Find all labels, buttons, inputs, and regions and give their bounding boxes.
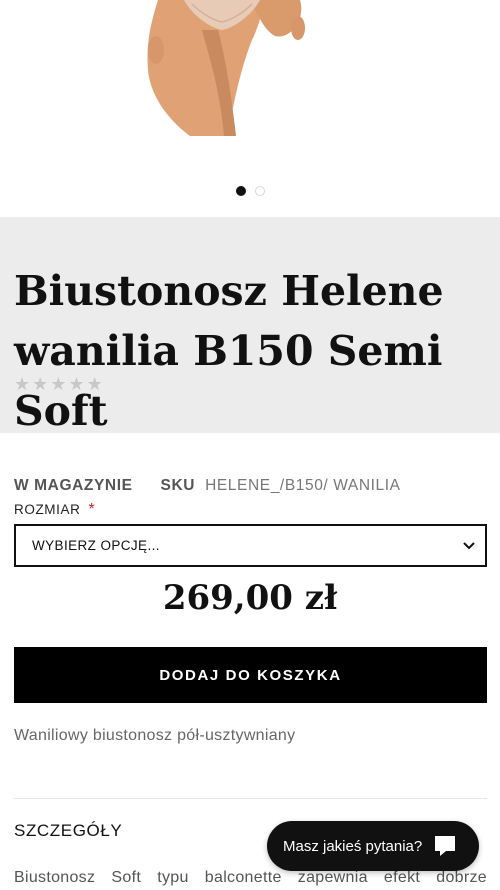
short-description: Waniliowy biustonosz pół-usztywniany [14, 727, 296, 744]
divider [14, 798, 487, 799]
star-icon: ★ [50, 374, 67, 394]
star-icon: ★ [86, 374, 103, 394]
chat-label: Masz jakieś pytania? [283, 837, 423, 855]
chat-widget-button[interactable]: Masz jakieś pytania? [267, 821, 479, 871]
product-price: 269,00 zł [162, 578, 338, 618]
size-label: ROZMIAR * [14, 501, 95, 519]
sku-value: HELENE_/B150/ WANILIA [205, 477, 401, 494]
star-icon: ★ [32, 374, 49, 394]
gallery-pagination [0, 186, 500, 196]
star-icon: ★ [68, 374, 85, 394]
chat-bubble-icon [432, 833, 458, 859]
required-marker: * [88, 501, 96, 518]
gallery-dot[interactable] [254, 186, 265, 196]
sku: SKU HELENE_/B150/ WANILIA [161, 477, 401, 495]
product-meta: W MAGAZYNIE SKU HELENE_/B150/ WANILIA [14, 477, 401, 495]
size-select[interactable]: WYBIERZ OPCJĘ... [14, 524, 487, 567]
star-icon: ★ [14, 374, 31, 394]
product-title: Biustonosz Helene wanilia B150 Semi Soft [14, 267, 444, 435]
chevron-down-icon [463, 539, 475, 553]
product-image-gallery[interactable] [0, 0, 500, 217]
product-photo [147, 0, 305, 136]
product-header: Biustonosz Helene wanilia B150 Semi Soft… [0, 217, 500, 435]
size-label-text: ROZMIAR [14, 502, 81, 517]
gallery-dot-active[interactable] [235, 186, 246, 196]
details-heading[interactable]: SZCZEGÓŁY [14, 821, 122, 841]
size-select-value: WYBIERZ OPCJĘ... [32, 538, 160, 553]
rating-stars: ★ ★ ★ ★ ★ [14, 374, 103, 394]
add-to-cart-button[interactable]: DODAJ DO KOSZYKA [14, 647, 487, 703]
details-body: Biustonosz Soft typu balconette zapewnia… [14, 869, 487, 886]
sku-label: SKU [160, 477, 196, 494]
stock-status: W MAGAZYNIE [14, 477, 133, 494]
